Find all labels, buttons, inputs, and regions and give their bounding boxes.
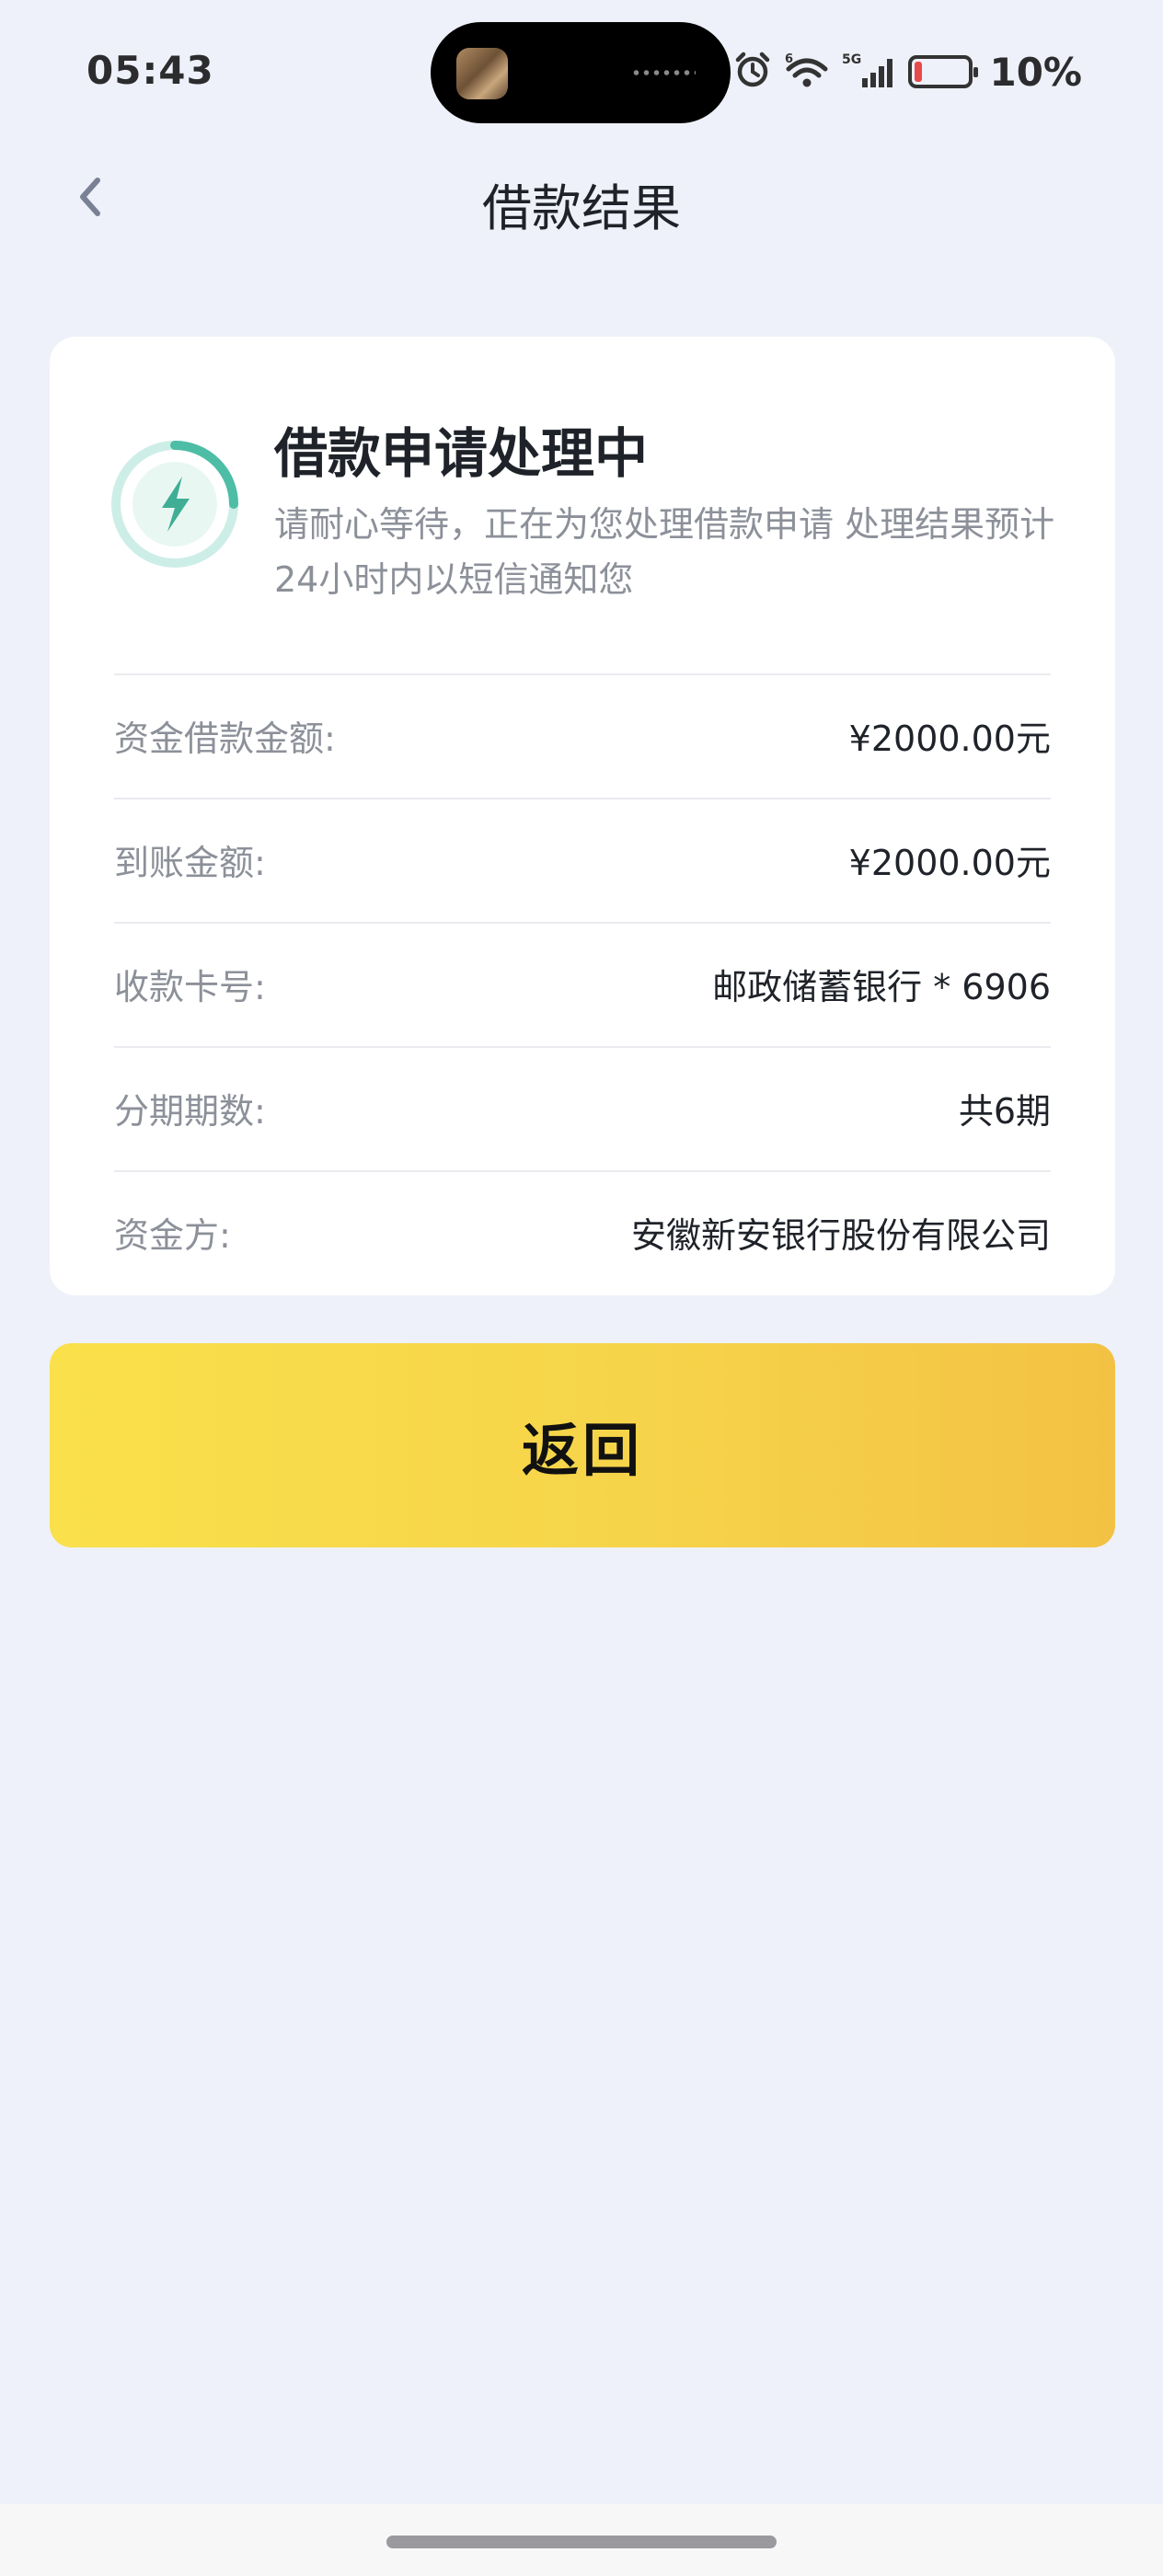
detail-label: 资金借款金额: bbox=[114, 719, 336, 759]
detail-value: ¥2000.00元 bbox=[848, 719, 1051, 759]
status-title: 借款申请处理中 bbox=[274, 422, 649, 485]
detail-row-installments: 分期期数: 共6期 bbox=[114, 1046, 1051, 1170]
battery-level bbox=[915, 62, 923, 82]
detail-row-loan-amount: 资金借款金额: ¥2000.00元 bbox=[114, 673, 1051, 798]
status-icons: 6 5G 10% bbox=[733, 44, 1082, 99]
detail-label: 分期期数: bbox=[114, 1091, 266, 1132]
dynamic-island[interactable] bbox=[431, 22, 731, 123]
detail-value: ¥2000.00元 bbox=[848, 843, 1051, 883]
home-indicator[interactable] bbox=[386, 2536, 777, 2548]
status-time: 05:43 bbox=[86, 48, 214, 93]
audio-wave-icon bbox=[631, 68, 696, 77]
gesture-bar bbox=[0, 2504, 1163, 2576]
detail-label: 收款卡号: bbox=[114, 967, 266, 1007]
media-thumbnail bbox=[456, 48, 508, 99]
result-card: 借款申请处理中 请耐心等待，正在为您处理借款申请 处理结果预计24小时内以短信通… bbox=[50, 337, 1115, 1295]
wifi-icon: 6 bbox=[783, 51, 831, 93]
loan-result-page: 05:43 6 5G 10% 借款结果 借款申请处理中 请耐心等待，正在为您处理… bbox=[0, 0, 1163, 2576]
detail-value: 邮政储蓄银行 * 6906 bbox=[712, 967, 1051, 1007]
status-description: 请耐心等待，正在为您处理借款申请 处理结果预计24小时内以短信通知您 bbox=[274, 504, 1055, 600]
battery-icon bbox=[908, 55, 979, 88]
lightning-progress-icon bbox=[110, 440, 239, 569]
detail-label: 到账金额: bbox=[114, 843, 266, 883]
detail-list: 资金借款金额: ¥2000.00元 到账金额: ¥2000.00元 收款卡号: … bbox=[114, 673, 1051, 1294]
detail-value: 安徽新安银行股份有限公司 bbox=[630, 1215, 1051, 1256]
detail-label: 资金方: bbox=[114, 1215, 231, 1256]
return-button-label: 返回 bbox=[521, 1420, 643, 1483]
nav-bar: 借款结果 bbox=[0, 147, 1163, 248]
page-title: 借款结果 bbox=[482, 179, 681, 237]
svg-text:5G: 5G bbox=[842, 52, 861, 67]
detail-value: 共6期 bbox=[958, 1091, 1051, 1132]
alarm-clock-icon bbox=[733, 51, 772, 93]
detail-row-received-amount: 到账金额: ¥2000.00元 bbox=[114, 798, 1051, 922]
detail-row-lender: 资金方: 安徽新安银行股份有限公司 bbox=[114, 1170, 1051, 1294]
battery-percent: 10% bbox=[989, 49, 1082, 95]
return-button[interactable]: 返回 bbox=[50, 1343, 1115, 1547]
status-bar: 05:43 6 5G 10% bbox=[0, 0, 1163, 147]
detail-row-card-number: 收款卡号: 邮政储蓄银行 * 6906 bbox=[114, 922, 1051, 1046]
cellular-signal-icon: 5G bbox=[842, 51, 897, 93]
